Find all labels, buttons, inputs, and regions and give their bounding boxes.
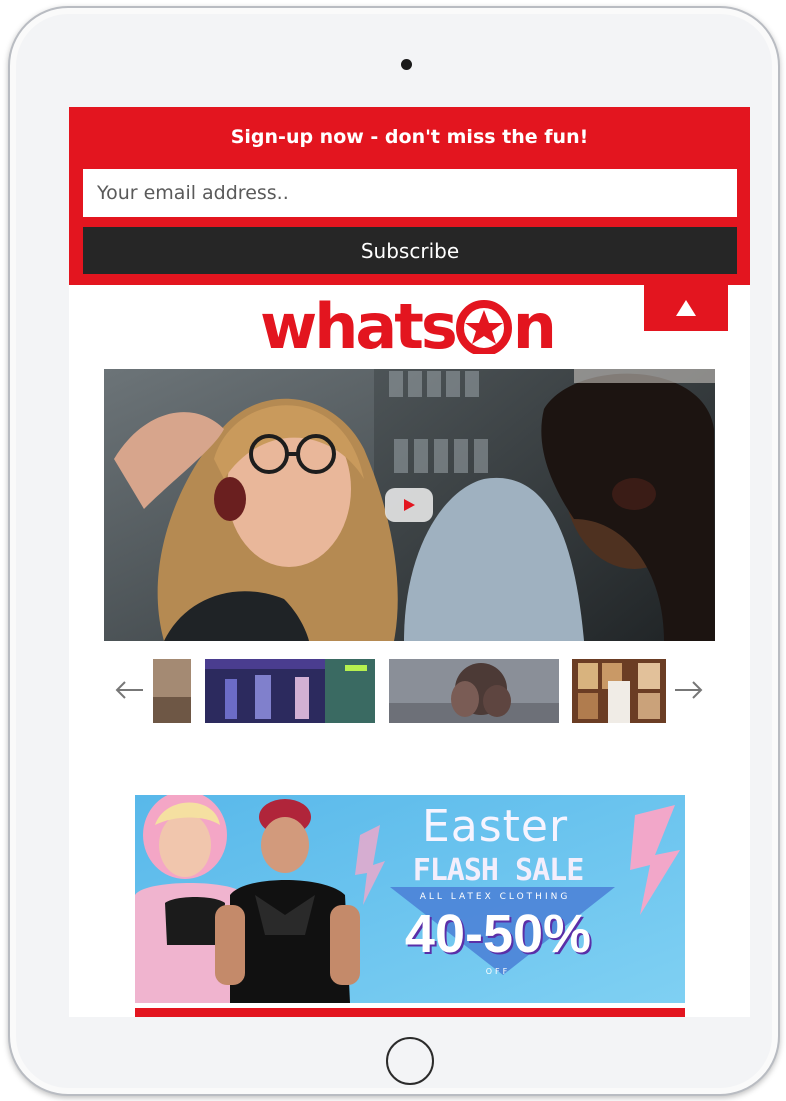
play-button[interactable] xyxy=(385,488,433,522)
scroll-top-button[interactable] xyxy=(644,285,728,331)
arrow-right-icon xyxy=(675,681,703,699)
promo-line-flash-sale: FLASH SALE xyxy=(412,853,585,888)
email-field[interactable] xyxy=(83,169,737,217)
thumbnail-image xyxy=(205,659,375,723)
star-in-circle-icon xyxy=(455,300,512,354)
home-button[interactable] xyxy=(386,1037,434,1085)
video-thumbnails xyxy=(69,657,750,727)
promo-off: OFF xyxy=(485,967,511,976)
promo-line-latex: ALL LATEX CLOTHING xyxy=(419,892,571,902)
thumbnail[interactable] xyxy=(153,659,191,723)
tablet-frame: Sign-up now - don't miss the fun! Subscr… xyxy=(8,6,780,1096)
thumbnail-image xyxy=(153,659,191,723)
whatson-logo[interactable]: whats n xyxy=(260,289,557,363)
arrow-left-icon xyxy=(115,681,143,699)
logo-text-right: n xyxy=(512,289,557,363)
camera-dot xyxy=(401,59,412,70)
prev-button[interactable] xyxy=(113,675,145,705)
promo-discount: 40-50% xyxy=(404,904,592,964)
video-player[interactable] xyxy=(104,369,715,641)
thumbnail[interactable] xyxy=(205,659,375,723)
logo-text-left: whats xyxy=(260,289,458,363)
triangle-up-icon xyxy=(676,300,696,316)
play-icon xyxy=(404,499,415,511)
bottom-banner-strip xyxy=(135,1008,685,1017)
next-button[interactable] xyxy=(673,675,705,705)
thumbnail-image xyxy=(389,659,559,723)
promo-line-easter: Easter xyxy=(421,801,569,852)
signup-bar: Sign-up now - don't miss the fun! Subscr… xyxy=(69,107,750,285)
screen: Sign-up now - don't miss the fun! Subscr… xyxy=(69,107,750,1017)
signup-title: Sign-up now - don't miss the fun! xyxy=(230,126,589,148)
promo-banner[interactable]: Easter FLASH SALE ALL LATEX CLOTHING 40-… xyxy=(135,795,685,1003)
subscribe-button[interactable]: Subscribe xyxy=(83,227,737,274)
thumbnail-image xyxy=(572,659,666,723)
thumbnail[interactable] xyxy=(389,659,559,723)
thumbnail[interactable] xyxy=(572,659,666,723)
